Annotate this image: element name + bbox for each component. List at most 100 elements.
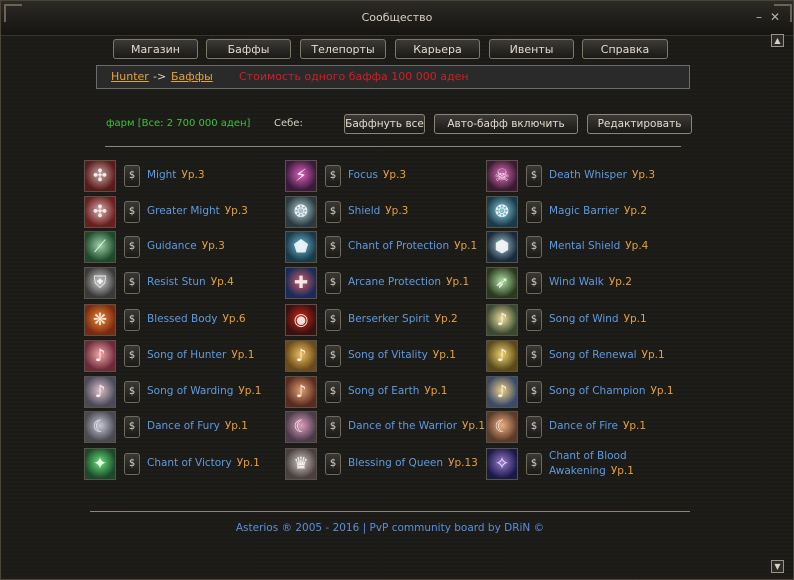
buy-buff-button[interactable]: $ [526, 236, 542, 258]
focus-icon[interactable]: ⚡ [285, 160, 317, 192]
minimize-icon[interactable]: – [753, 11, 765, 23]
buff-name[interactable]: Greater Might [147, 205, 220, 217]
mental-shield-icon[interactable]: ⬢ [486, 231, 518, 263]
edit-button[interactable]: Редактировать [587, 114, 692, 134]
song-of-hunter-icon[interactable]: ♪ [84, 340, 116, 372]
greater-might-icon[interactable]: ✣ [84, 196, 116, 228]
buy-buff-button[interactable]: $ [124, 165, 140, 187]
buff-name[interactable]: Resist Stun [147, 276, 206, 288]
breadcrumb-hunter-link[interactable]: Hunter [111, 70, 149, 83]
nav-career-button[interactable]: Карьера [395, 39, 480, 59]
buff-label[interactable]: Mental Shield Ур.4 [549, 240, 648, 252]
might-icon[interactable]: ✣ [84, 160, 116, 192]
buff-label[interactable]: Chant of Blood Awakening Ур.1 [549, 449, 659, 479]
buy-buff-button[interactable]: $ [526, 381, 542, 403]
scroll-up-button[interactable]: ▲ [771, 34, 784, 47]
buy-buff-button[interactable]: $ [325, 309, 341, 331]
chant-of-protection-icon[interactable]: ⬟ [285, 231, 317, 263]
buff-label[interactable]: Magic Barrier Ур.2 [549, 205, 647, 217]
buff-label[interactable]: Blessed Body Ур.6 [147, 313, 246, 325]
buff-name[interactable]: Song of Renewal [549, 349, 637, 361]
buy-buff-button[interactable]: $ [325, 236, 341, 258]
buff-name[interactable]: Song of Hunter [147, 349, 226, 361]
berserker-spirit-icon[interactable]: ◉ [285, 304, 317, 336]
buff-name[interactable]: Magic Barrier [549, 205, 619, 217]
buy-buff-button[interactable]: $ [124, 345, 140, 367]
buff-label[interactable]: Song of Warding Ур.1 [147, 385, 261, 397]
buff-name[interactable]: Dance of the Warrior [348, 420, 457, 432]
buy-buff-button[interactable]: $ [124, 236, 140, 258]
buy-buff-button[interactable]: $ [526, 165, 542, 187]
buff-label[interactable]: Shield Ур.3 [348, 205, 408, 217]
buff-name[interactable]: Dance of Fire [549, 420, 618, 432]
buff-name[interactable]: Blessed Body [147, 313, 218, 325]
buff-label[interactable]: Song of Wind Ур.1 [549, 313, 647, 325]
title-bar[interactable]: Сообщество – ✕ [1, 1, 793, 36]
song-of-warding-icon[interactable]: ♪ [84, 376, 116, 408]
buff-all-button[interactable]: Баффнуть все [344, 114, 425, 134]
buff-label[interactable]: Arcane Protection Ур.1 [348, 276, 469, 288]
song-of-vitality-icon[interactable]: ♪ [285, 340, 317, 372]
buy-buff-button[interactable]: $ [124, 272, 140, 294]
buff-label[interactable]: Blessing of Queen Ур.13 [348, 457, 478, 469]
buff-label[interactable]: Might Ур.3 [147, 169, 205, 181]
buy-buff-button[interactable]: $ [325, 453, 341, 475]
buff-name[interactable]: Song of Wind [549, 313, 619, 325]
buff-label[interactable]: Wind Walk Ур.2 [549, 276, 632, 288]
buy-buff-button[interactable]: $ [124, 416, 140, 438]
buff-label[interactable]: Dance of Fire Ур.1 [549, 420, 646, 432]
buff-label[interactable]: Dance of Fury Ур.1 [147, 420, 248, 432]
buff-name[interactable]: Song of Champion [549, 385, 646, 397]
buff-name[interactable]: Berserker Spirit [348, 313, 430, 325]
nav-help-button[interactable]: Справка [582, 39, 668, 59]
buy-buff-button[interactable]: $ [526, 345, 542, 367]
buff-name[interactable]: Might [147, 169, 176, 181]
buy-buff-button[interactable]: $ [526, 272, 542, 294]
buy-buff-button[interactable]: $ [124, 381, 140, 403]
buy-buff-button[interactable]: $ [325, 416, 341, 438]
buff-name[interactable]: Shield [348, 205, 380, 217]
buy-buff-button[interactable]: $ [124, 453, 140, 475]
buy-buff-button[interactable]: $ [325, 165, 341, 187]
buy-buff-button[interactable]: $ [124, 309, 140, 331]
buff-name[interactable]: Blessing of Queen [348, 457, 443, 469]
guidance-icon[interactable]: ⟋ [84, 231, 116, 263]
scroll-down-button[interactable]: ▼ [771, 560, 784, 573]
chant-of-victory-icon[interactable]: ✦ [84, 448, 116, 480]
buff-name[interactable]: Mental Shield [549, 240, 620, 252]
buff-label[interactable]: Song of Vitality Ур.1 [348, 349, 456, 361]
dance-of-fury-icon[interactable]: ☾ [84, 411, 116, 443]
buff-name[interactable]: Chant of Victory [147, 457, 232, 469]
nav-teleports-button[interactable]: Телепорты [300, 39, 386, 59]
buff-name[interactable]: Focus [348, 169, 378, 181]
buff-name[interactable]: Song of Earth [348, 385, 419, 397]
breadcrumb-buffs-link[interactable]: Баффы [171, 70, 213, 83]
buff-label[interactable]: Chant of Protection Ур.1 [348, 240, 477, 252]
buff-label[interactable]: Song of Hunter Ур.1 [147, 349, 254, 361]
blessed-body-icon[interactable]: ❋ [84, 304, 116, 336]
buff-name[interactable]: Arcane Protection [348, 276, 441, 288]
buff-name[interactable]: Wind Walk [549, 276, 604, 288]
buff-label[interactable]: Guidance Ур.3 [147, 240, 225, 252]
dance-of-the-warrior-icon[interactable]: ☾ [285, 411, 317, 443]
chant-of-blood-awakening-icon[interactable]: ✧ [486, 448, 518, 480]
buy-buff-button[interactable]: $ [526, 201, 542, 223]
buff-name[interactable]: Song of Warding [147, 385, 233, 397]
resist-stun-icon[interactable]: ⛨ [84, 267, 116, 299]
buy-buff-button[interactable]: $ [325, 345, 341, 367]
buff-name[interactable]: Dance of Fury [147, 420, 220, 432]
buff-label[interactable]: Berserker Spirit Ур.2 [348, 313, 458, 325]
death-whisper-icon[interactable]: ☠ [486, 160, 518, 192]
nav-buffs-button[interactable]: Баффы [206, 39, 291, 59]
song-of-earth-icon[interactable]: ♪ [285, 376, 317, 408]
blessing-of-queen-icon[interactable]: ♛ [285, 448, 317, 480]
buff-label[interactable]: Song of Renewal Ур.1 [549, 349, 665, 361]
buff-label[interactable]: Chant of Victory Ур.1 [147, 457, 260, 469]
buff-label[interactable]: Song of Champion Ур.1 [549, 385, 674, 397]
nav-shop-button[interactable]: Магазин [113, 39, 198, 59]
nav-events-button[interactable]: Ивенты [489, 39, 574, 59]
buff-label[interactable]: Dance of the Warrior Ур.1 [348, 420, 485, 432]
buff-label[interactable]: Resist Stun Ур.4 [147, 276, 234, 288]
buy-buff-button[interactable]: $ [325, 272, 341, 294]
buy-buff-button[interactable]: $ [325, 381, 341, 403]
